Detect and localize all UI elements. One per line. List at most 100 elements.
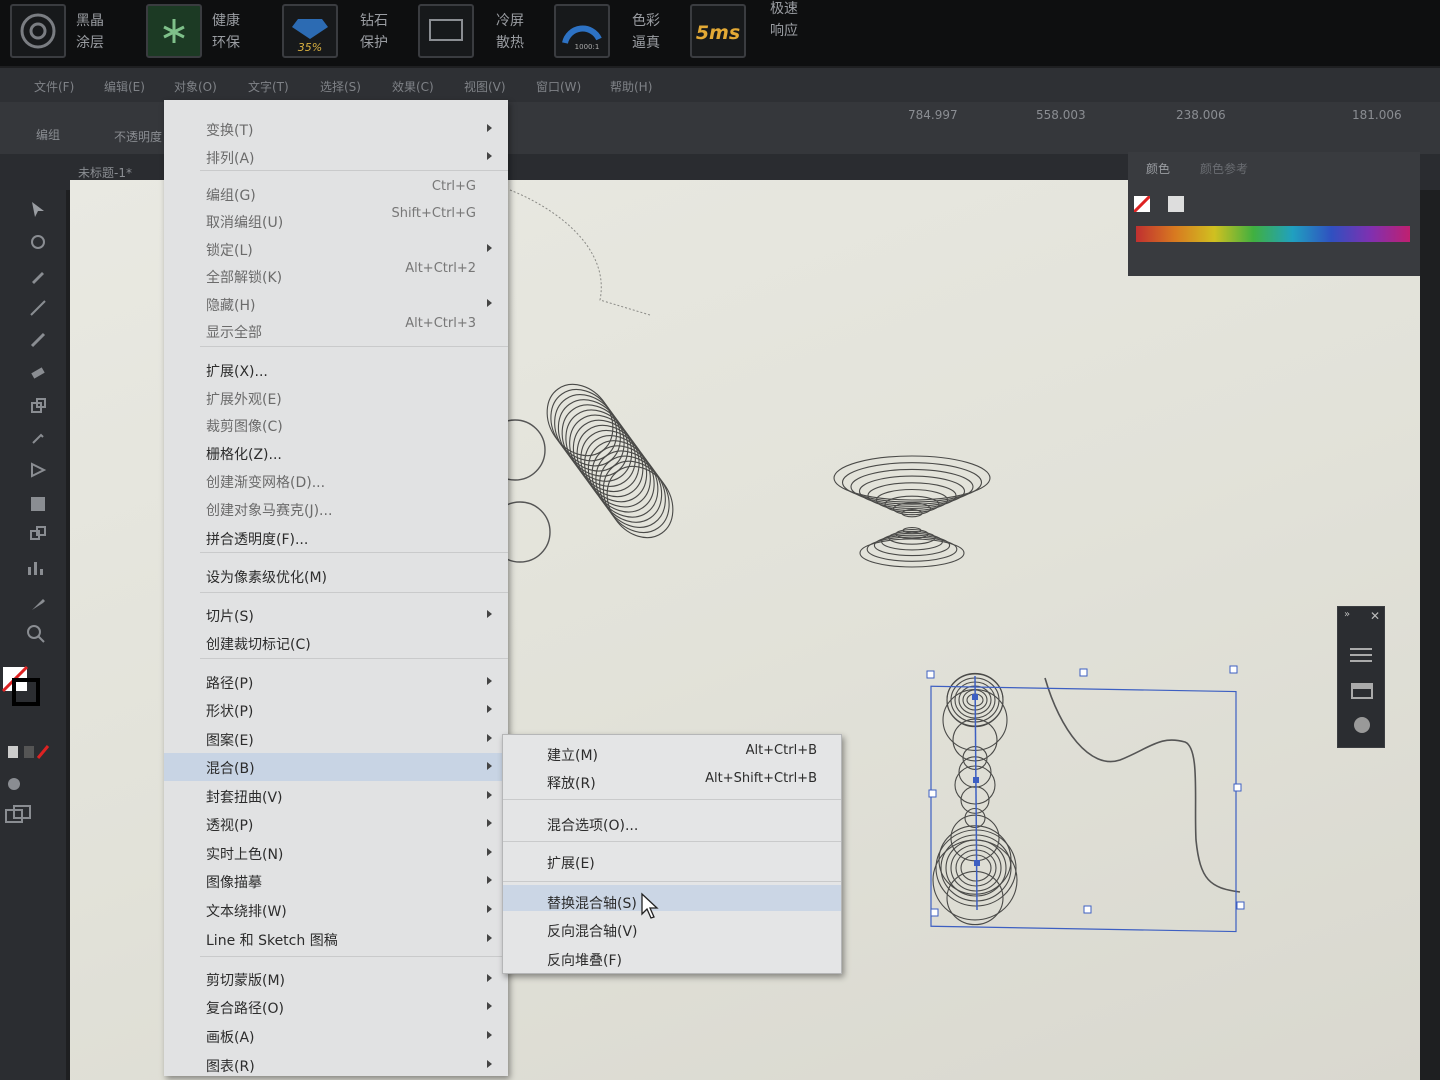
anchor-point[interactable] <box>974 860 980 866</box>
selection-handle[interactable] <box>930 908 939 917</box>
object-menu-item[interactable]: 拼合透明度(F)... <box>206 529 308 549</box>
menu-separator <box>200 956 508 957</box>
color-panel-tab[interactable]: 颜色 <box>1146 160 1170 177</box>
object-menu-item[interactable]: 图案(E) <box>206 730 254 750</box>
object-menu-item[interactable]: 编组(G) <box>206 185 256 205</box>
menu-lines-icon[interactable] <box>1350 647 1374 667</box>
object-menu-item[interactable]: 切片(S) <box>206 606 254 626</box>
submenu-arrow-icon <box>487 934 492 942</box>
selection-handle[interactable] <box>1236 901 1245 910</box>
object-menu-item[interactable]: Line 和 Sketch 图稿 <box>206 930 338 950</box>
submenu-arrow-icon <box>487 905 492 913</box>
selection-handle[interactable] <box>1233 783 1242 792</box>
menu-separator <box>503 881 841 882</box>
blend-submenu-item[interactable]: 扩展(E) <box>547 853 595 873</box>
color-panel: 颜色 颜色参考 <box>1128 152 1420 276</box>
blend-submenu-item[interactable]: 释放(R) <box>547 773 596 793</box>
object-menu-item[interactable]: 实时上色(N) <box>206 844 283 864</box>
blend-submenu-item[interactable]: 反向混合轴(V) <box>547 921 638 941</box>
object-menu-item[interactable]: 隐藏(H) <box>206 295 255 315</box>
submenu-arrow-icon <box>487 876 492 884</box>
object-menu-item[interactable]: 扩展外观(E) <box>206 389 282 409</box>
object-menu-item[interactable]: 显示全部 <box>206 322 262 342</box>
object-menu-item[interactable]: 创建裁切标记(C) <box>206 634 311 654</box>
object-menu-item[interactable]: 封套扭曲(V) <box>206 787 283 807</box>
submenu-arrow-icon <box>487 1060 492 1068</box>
object-menu-item[interactable]: 形状(P) <box>206 701 253 721</box>
close-icon[interactable]: ✕ <box>1370 609 1380 623</box>
blend-spine-line <box>974 675 978 911</box>
submenu-arrow-icon <box>487 974 492 982</box>
object-menu-item[interactable]: 栅格化(Z)... <box>206 444 282 464</box>
blend-submenu-item[interactable]: 建立(M) <box>547 745 598 765</box>
menu-separator <box>200 170 508 171</box>
menu-shortcut: Alt+Ctrl+B <box>745 743 817 758</box>
submenu-arrow-icon <box>487 762 492 770</box>
floating-mini-panel: ✕ » <box>1337 606 1385 748</box>
submenu-arrow-icon <box>487 152 492 160</box>
menu-shortcut: Alt+Ctrl+2 <box>405 261 476 276</box>
blend-submenu-item[interactable]: 混合选项(O)... <box>547 815 638 835</box>
blend-step-ellipse <box>960 786 990 814</box>
object-menu-item[interactable]: 图表(R) <box>206 1056 255 1076</box>
anchor-point[interactable] <box>973 777 979 783</box>
selection-handle[interactable] <box>926 670 935 679</box>
menu-shortcut: Alt+Ctrl+3 <box>405 316 476 331</box>
object-menu-item[interactable]: 扩展(X)... <box>206 361 268 381</box>
menu-shortcut: Alt+Shift+Ctrl+B <box>705 771 817 786</box>
blend-submenu: 建立(M) Alt+Ctrl+B 释放(R) Alt+Shift+Ctrl+B 混合选项… <box>502 734 842 974</box>
selection-handle[interactable] <box>928 789 937 798</box>
object-menu-item[interactable]: 创建渐变网格(D)... <box>206 472 325 492</box>
object-menu-item[interactable]: 图像描摹 <box>206 872 262 892</box>
submenu-arrow-icon <box>487 734 492 742</box>
submenu-arrow-icon <box>487 299 492 307</box>
object-menu-item[interactable]: 复合路径(O) <box>206 998 284 1018</box>
blend-submenu-item[interactable]: 替换混合轴(S) <box>547 893 637 913</box>
blend-step-ellipse <box>866 536 958 562</box>
object-menu-item[interactable]: 设为像素级优化(M) <box>206 567 327 587</box>
appearance-panel-icon[interactable] <box>1352 715 1372 739</box>
object-menu-item[interactable]: 透视(P) <box>206 815 253 835</box>
submenu-arrow-icon <box>487 124 492 132</box>
object-menu-item[interactable]: 剪切蒙版(M) <box>206 970 285 990</box>
object-menu-item[interactable]: 变换(T) <box>206 120 253 140</box>
submenu-arrow-icon <box>487 677 492 685</box>
selection-handle[interactable] <box>1229 665 1238 674</box>
anchor-point[interactable] <box>972 694 978 700</box>
none-swatch-icon[interactable] <box>1132 194 1152 214</box>
object-menu-item[interactable]: 混合(B) <box>206 758 255 778</box>
object-menu-item[interactable]: 画板(A) <box>206 1027 255 1047</box>
blend-hourglass-object <box>833 455 991 568</box>
replacement-spine-path <box>1044 677 1241 893</box>
object-menu-item[interactable]: 取消编组(U) <box>206 212 283 232</box>
object-menu-item[interactable]: 创建对象马赛克(J)... <box>206 500 332 520</box>
layers-panel-icon[interactable] <box>1351 683 1373 703</box>
color-spectrum-bar[interactable] <box>1136 226 1410 242</box>
menu-separator <box>200 552 508 553</box>
object-menu-item[interactable]: 锁定(L) <box>206 240 253 260</box>
submenu-arrow-icon <box>487 819 492 827</box>
mouse-cursor-icon <box>641 892 659 919</box>
submenu-arrow-icon <box>487 1031 492 1039</box>
menu-separator <box>200 592 508 593</box>
object-menu-item[interactable]: 文本绕排(W) <box>206 901 287 921</box>
dotted-sketch-path <box>509 189 651 316</box>
blend-step-ellipse <box>964 807 986 829</box>
submenu-arrow-icon <box>487 705 492 713</box>
blend-step-ellipse <box>946 870 1004 926</box>
selection-handle[interactable] <box>1083 905 1092 914</box>
object-menu-item[interactable]: 全部解锁(K) <box>206 267 282 287</box>
selection-handle[interactable] <box>1079 668 1088 677</box>
object-menu-item[interactable]: 裁剪图像(C) <box>206 416 283 436</box>
menu-separator <box>503 841 841 842</box>
collapse-icon[interactable]: » <box>1344 609 1350 620</box>
blend-submenu-item[interactable]: 反向堆叠(F) <box>547 950 622 970</box>
menu-separator <box>200 346 508 347</box>
menu-shortcut: Ctrl+G <box>431 179 476 194</box>
submenu-arrow-icon <box>487 1002 492 1010</box>
color-guide-tab[interactable]: 颜色参考 <box>1200 160 1248 177</box>
object-menu-dropdown: 变换(T) 排列(A) 编组(G) Ctrl+G 取消编组(U) Shift+Ctrl+G… <box>164 100 508 1076</box>
white-swatch[interactable] <box>1168 196 1184 212</box>
object-menu-item[interactable]: 排列(A) <box>206 148 255 168</box>
object-menu-item[interactable]: 路径(P) <box>206 673 253 693</box>
